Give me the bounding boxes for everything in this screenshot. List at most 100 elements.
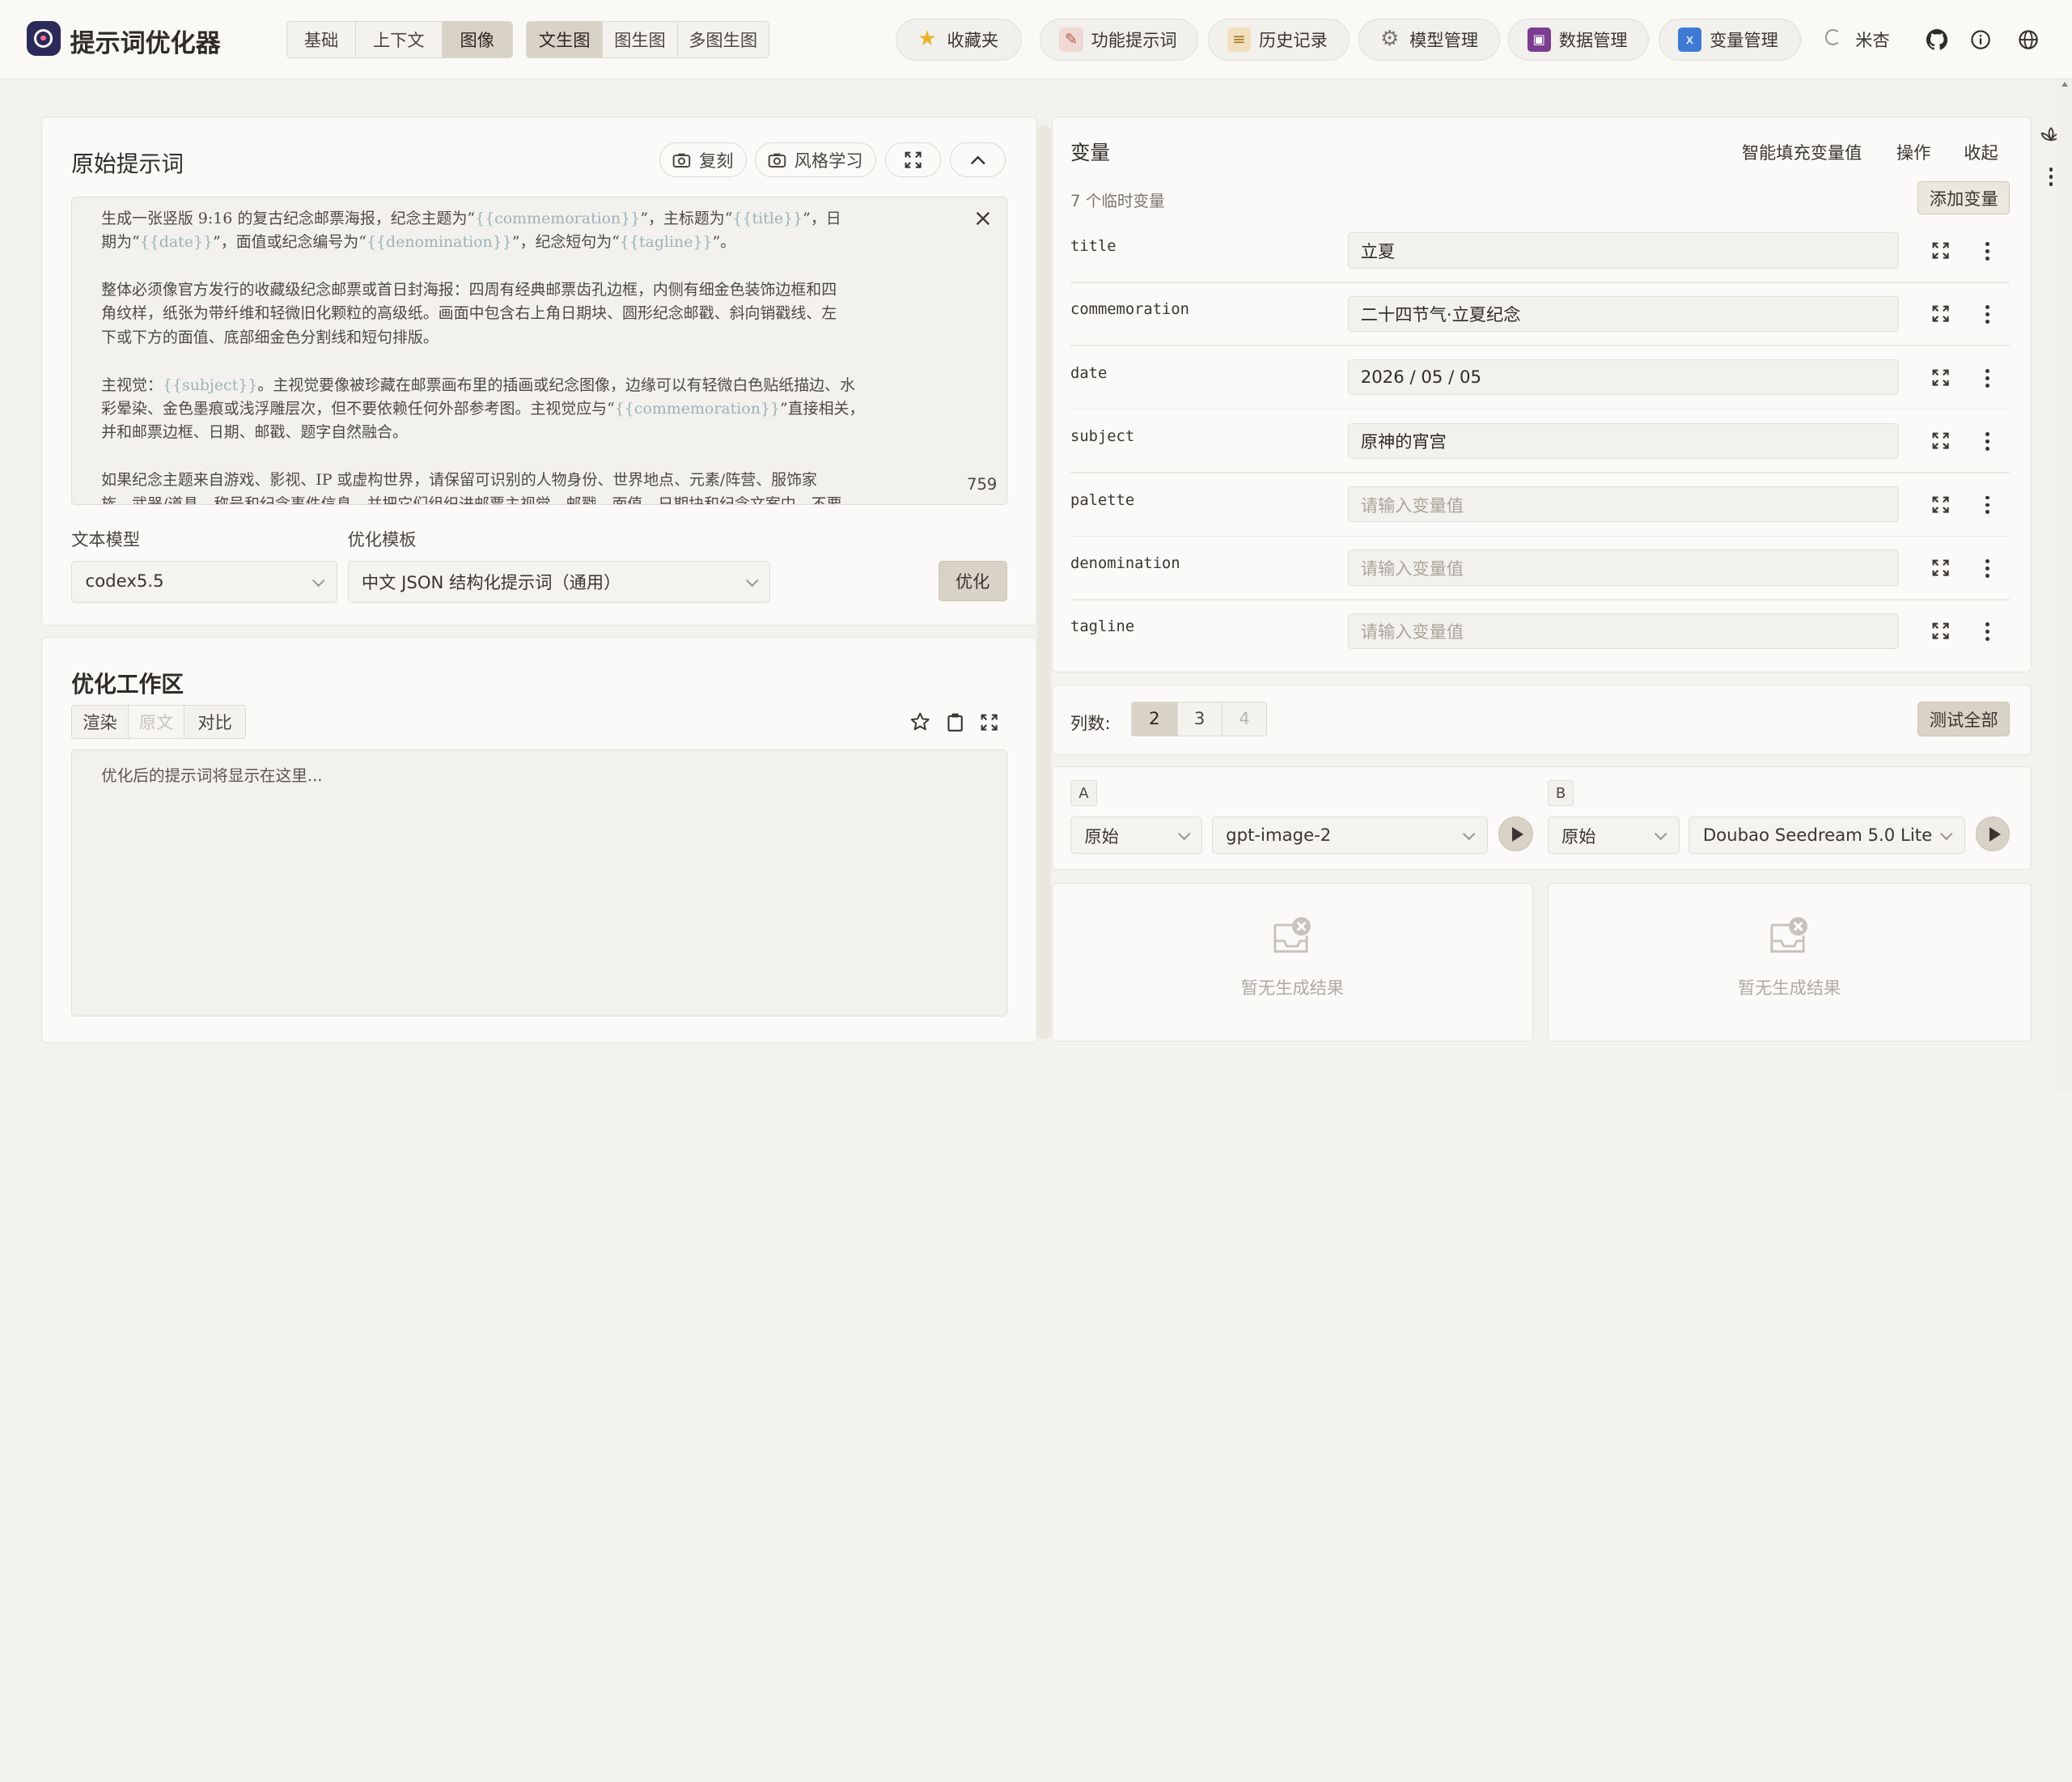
slot-b-mode-select[interactable]: 原始 [1547,817,1680,855]
original-prompt-title: 原始提示词 [71,150,184,177]
chevron-down-icon [745,574,759,588]
top-header: 提示词优化器 基础 上下文 图像 文生图 图生图 多图生图 ★ 收藏夹 ✎ 功能提示… [0,0,2072,79]
variable-value-input[interactable]: 原神的宵宫 [1348,422,1900,459]
variable-value: 二十四节气·立夏纪念 [1360,305,1521,326]
text-model-select[interactable]: codex5.5 [71,560,337,603]
tab-multi-image[interactable]: 多图生图 [678,22,769,57]
prompt-text: 生成一张竖版 9:16 的复古纪念邮票海报，纪念主题为“ [101,209,476,227]
variable-value-input[interactable]: 二十四节气·立夏纪念 [1348,295,1900,332]
variable-name: date [1070,364,1108,382]
template-label: 优化模板 [347,530,417,551]
row-divider [1070,408,2011,410]
expand-icon[interactable] [1932,305,1949,322]
operations-button[interactable]: 操作 [1896,139,1930,164]
expand-icon[interactable] [1932,559,1949,576]
columns-option-3[interactable]: 3 [1178,702,1222,736]
original-prompt-textarea[interactable]: 族、武器/道具、称号和纪念事件信息，并把它们组织进邮票主视觉、邮戳、面值、日期块… [71,197,1007,505]
optimize-button[interactable]: 优化 [938,560,1007,602]
prompt-text: 彩晕染、金色墨痕或浅浮雕层次，但不要依赖任何外部参考图。主视觉应与“ [101,400,615,418]
clear-icon[interactable] [976,211,990,226]
columns-option-4[interactable]: 4 [1222,702,1267,735]
row-divider [1070,535,2011,537]
slot-a-empty-text: 暂无生成结果 [1240,978,1345,999]
expand-icon[interactable] [1932,242,1949,259]
variable-more-icon[interactable] [1985,558,1990,578]
template-select[interactable]: 中文 JSON 结构化提示词（通用） [347,560,771,603]
slot-a-model-select[interactable]: gpt-image-2 [1211,817,1489,855]
tab-compare[interactable]: 对比 [184,706,244,738]
slot-b-empty-text: 暂无生成结果 [1737,978,1841,999]
page-scrollbar[interactable] [2056,79,2072,1091]
fullscreen-button[interactable] [885,142,941,177]
function-prompts-button[interactable]: ✎ 功能提示词 [1040,18,1199,62]
tab-source[interactable]: 原文 [128,705,185,739]
github-icon[interactable] [1926,28,1948,50]
variable-value-input[interactable]: 2026 / 05 / 05 [1348,359,1900,396]
slot-a-run-button[interactable] [1498,817,1533,851]
star-outline-icon[interactable] [910,712,930,732]
variable-placeholder: 请输入变量值 [1360,622,1464,643]
tab-basic[interactable]: 基础 [287,22,356,57]
variable-value-input[interactable]: 请输入变量值 [1348,549,1900,586]
optimized-output-area[interactable]: 优化后的提示词将显示在这里... [71,749,1007,1017]
variable-token: {{tagline}} [619,233,713,252]
variable-token: {{commemoration}} [475,209,641,227]
tab-image[interactable]: 图像 [442,22,512,57]
slot-b-model-select[interactable]: Doubao Seedream 5.0 Lite [1689,817,1965,855]
slot-b-run-button[interactable] [1975,817,2011,851]
variable-more-icon[interactable] [1985,305,1990,325]
tab-context[interactable]: 上下文 [356,22,443,57]
variable-more-icon[interactable] [1985,241,1990,261]
app-title: 提示词优化器 [70,28,221,58]
app-logo [26,21,61,56]
tab-render[interactable]: 渲染 [72,705,129,739]
prompt-text: 下或下方的面值、底部细金色分割线和短句排版。 [101,328,439,346]
expand-icon[interactable] [1932,622,1949,639]
tab-image-to-image[interactable]: 图生图 [603,22,678,57]
variable-value-input[interactable]: 请输入变量值 [1348,613,1900,649]
style-learning-button[interactable]: 风格学习 [754,142,876,177]
expand-icon[interactable] [981,714,998,731]
tab-text-to-image[interactable]: 文生图 [527,22,604,57]
more-options-icon[interactable] [2049,168,2054,187]
variable-more-icon[interactable] [1985,368,1990,388]
scroll-up-arrow[interactable] [2061,82,2069,87]
smart-fill-button[interactable]: 智能填充变量值 [1742,139,1862,164]
variable-more-icon[interactable] [1985,622,1990,642]
favorites-button[interactable]: ★ 收藏夹 [896,18,1022,62]
chevron-down-icon [1654,827,1668,841]
prompt-line: 期为“{{date}}”，面值或纪念编号为“{{denomination}}”，… [101,231,934,254]
variable-value-input[interactable]: 立夏 [1348,232,1900,269]
model-management-button[interactable]: ⚙ 模型管理 [1358,18,1500,62]
chevron-down-icon [1939,827,1953,841]
collapse-variables-button[interactable]: 收起 [1964,139,1998,164]
prompt-text: 期为“ [101,233,140,252]
data-management-button[interactable]: ▣ 数据管理 [1507,18,1650,62]
prompt-line: 主视觉：{{subject}}。主视觉要像被珍藏在邮票画布里的插画或纪念图像，边… [101,374,934,397]
variable-name: denomination [1070,555,1180,573]
history-button[interactable]: ≡ 历史记录 [1207,18,1350,62]
replicate-button[interactable]: 复刻 [659,142,747,177]
camera-icon [768,153,786,168]
variable-value: 立夏 [1360,242,1396,263]
variable-more-icon[interactable] [1985,495,1990,515]
variable-value-input[interactable]: 请输入变量值 [1348,486,1900,523]
panel-splitter[interactable] [1037,124,1051,1039]
clipboard-icon[interactable] [947,712,964,732]
expand-icon[interactable] [1932,496,1949,513]
theme-icon [1824,28,1841,45]
collapse-button[interactable] [950,142,1006,177]
variable-management-button[interactable]: x 变量管理 [1658,18,1802,62]
globe-icon[interactable] [2018,29,2039,50]
variable-more-icon[interactable] [1985,432,1990,451]
expand-icon[interactable] [1932,432,1949,449]
column-count-selector: 2 3 4 [1131,702,1268,736]
info-icon[interactable] [1970,29,1991,50]
add-variable-button[interactable]: 添加变量 [1917,180,2011,214]
columns-option-2[interactable]: 2 [1132,702,1178,736]
theme-switch[interactable]: 米杏 [1855,27,1889,52]
test-all-button[interactable]: 测试全部 [1917,702,2011,736]
prompt-line: 角纹样，纸张为带纤维和轻微旧化颗粒的高级纸。画面中包含右上角日期块、圆形纪念邮戳… [101,302,934,325]
slot-a-mode-select[interactable]: 原始 [1070,817,1203,855]
expand-icon[interactable] [1932,369,1949,386]
